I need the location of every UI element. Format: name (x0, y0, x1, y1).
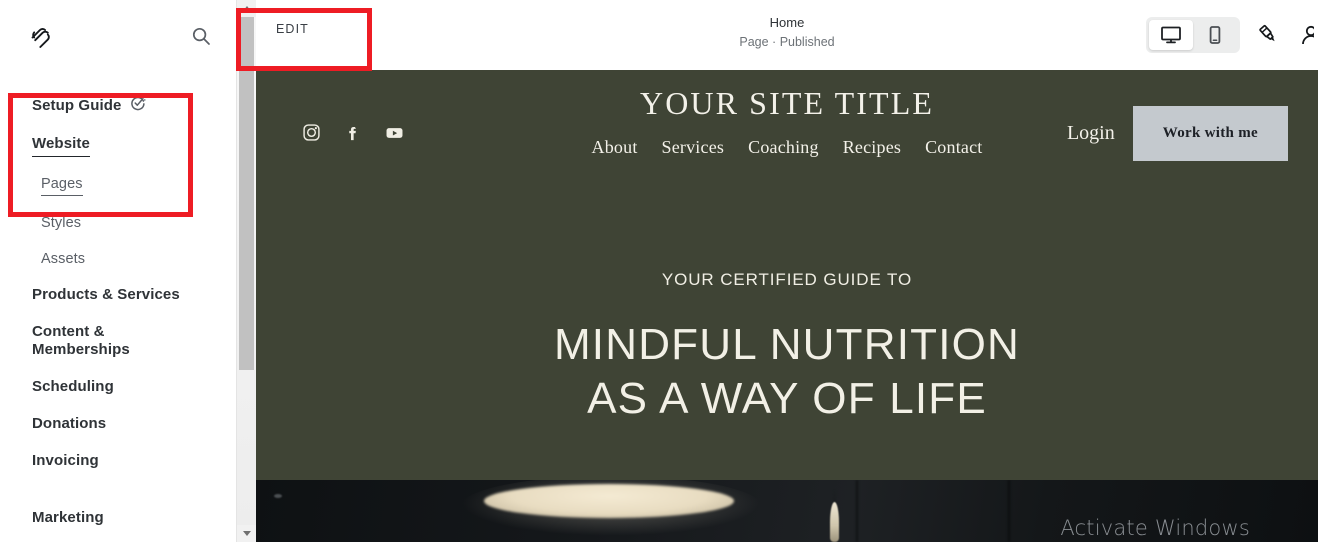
photo-gradient (256, 480, 1318, 542)
hero-section: YOUR CERTIFIED GUIDE TO MINDFUL NUTRITIO… (256, 175, 1318, 425)
sidebar-item-label: Invoicing (32, 451, 99, 469)
sidebar-header (0, 0, 236, 72)
sidebar-scrollbar[interactable] (236, 0, 257, 542)
sidebar-item-label: Website (32, 135, 90, 157)
desktop-monitor-icon (1161, 26, 1181, 44)
overflow-menu-button[interactable] (1298, 20, 1314, 50)
sidebar-item-label: Setup Guide (32, 96, 122, 114)
setup-guide-check-icon (130, 95, 146, 117)
sidebar-item-styles[interactable]: Styles (0, 205, 236, 241)
site-nav-item-services[interactable]: Services (662, 137, 725, 158)
sidebar-item-pages[interactable]: Pages (0, 166, 236, 205)
site-header: YOUR SITE TITLE About Services Coaching … (256, 70, 1318, 175)
site-nav-item-contact[interactable]: Contact (925, 137, 982, 158)
sidebar-item-setup-guide[interactable]: Setup Guide (0, 86, 236, 126)
mobile-phone-icon (1209, 26, 1221, 44)
sidebar-item-content-memberships[interactable]: Content & Memberships (0, 314, 150, 370)
sidebar-item-label: Styles (41, 214, 82, 231)
work-with-me-button[interactable]: Work with me (1132, 106, 1288, 161)
site-nav-item-about[interactable]: About (592, 137, 638, 158)
sidebar-item-label: Scheduling (32, 378, 114, 396)
sidebar-item-label: Products & Services (32, 285, 180, 303)
sidebar-divider-space (0, 479, 236, 500)
site-styles-button[interactable] (1254, 20, 1284, 50)
squarespace-logo-icon[interactable] (28, 23, 54, 49)
photo-seam-left (856, 480, 858, 542)
photo-speck (274, 494, 282, 498)
site-header-actions: Login Work with me (1067, 106, 1288, 161)
paintbrush-icon (1259, 24, 1275, 42)
sidebar-item-label: Assets (41, 250, 86, 267)
scroll-up-arrow-icon[interactable] (237, 0, 257, 17)
search-button[interactable] (188, 23, 214, 49)
hero-eyebrow: YOUR CERTIFIED GUIDE TO (661, 270, 913, 289)
avatar-icon (1302, 25, 1314, 45)
edit-button[interactable]: EDIT (276, 22, 309, 36)
sidebar-nav: Setup Guide Website Pages Styles Assets … (0, 72, 236, 542)
scroll-down-arrow-icon[interactable] (237, 525, 257, 542)
mobile-view-button[interactable] (1193, 20, 1237, 50)
site-nav-item-coaching[interactable]: Coaching (748, 137, 819, 158)
photo-seam-right (1008, 480, 1010, 542)
hero-background-photo (256, 480, 1318, 542)
squarespace-editor-window: Setup Guide Website Pages Styles Assets … (0, 0, 1318, 542)
sidebar-item-donations[interactable]: Donations (0, 406, 236, 443)
sidebar-item-assets[interactable]: Assets (0, 241, 236, 277)
hero-headline-line-2: AS A WAY OF LIFE (587, 373, 987, 423)
sidebar-item-contacts[interactable]: Contacts (0, 537, 236, 542)
pendant-lamp-shade (484, 484, 734, 518)
scrollbar-thumb[interactable] (239, 17, 254, 370)
editor-topbar: EDIT Home Page · Published (256, 0, 1318, 70)
sidebar-item-invoicing[interactable]: Invoicing (0, 443, 236, 480)
topbar-actions (1146, 0, 1318, 70)
sidebar-item-label: Content & Memberships (32, 322, 130, 359)
sidebar-item-marketing[interactable]: Marketing (0, 500, 236, 537)
sidebar-item-scheduling[interactable]: Scheduling (0, 369, 236, 406)
site-preview[interactable]: YOUR SITE TITLE About Services Coaching … (256, 70, 1318, 542)
sidebar: Setup Guide Website Pages Styles Assets … (0, 0, 236, 542)
login-link[interactable]: Login (1067, 122, 1115, 145)
hero-headline-line-1: MINDFUL NUTRITION (553, 320, 1021, 369)
device-preview-toggle (1146, 17, 1240, 53)
sidebar-item-website[interactable]: Website (0, 126, 236, 166)
sidebar-item-products-services[interactable]: Products & Services (0, 277, 236, 314)
pendant-light-bulb (830, 502, 839, 542)
sidebar-item-label: Donations (32, 414, 107, 432)
hero-headline: MINDFUL NUTRITION AS A WAY OF LIFE (256, 318, 1318, 425)
sidebar-item-label: Marketing (32, 509, 104, 527)
desktop-view-button[interactable] (1149, 20, 1193, 50)
search-icon (192, 27, 210, 45)
site-nav-item-recipes[interactable]: Recipes (843, 137, 901, 158)
sidebar-item-label: Pages (41, 175, 83, 196)
